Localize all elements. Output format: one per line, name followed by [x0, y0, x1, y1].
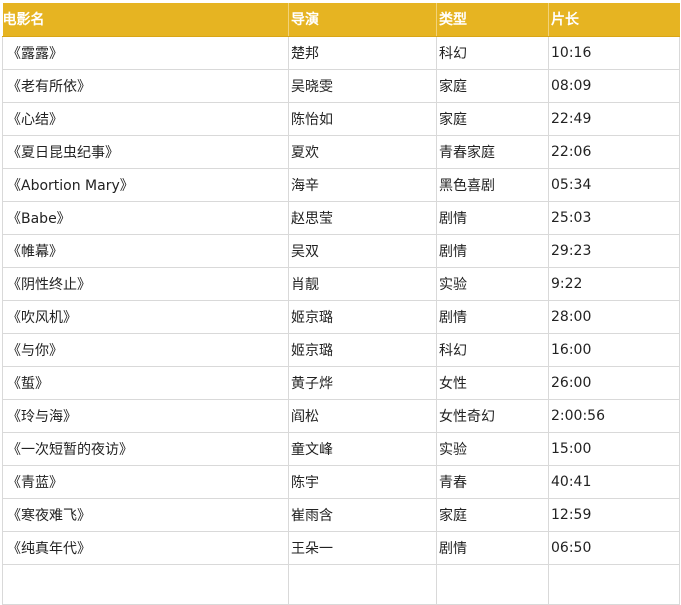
cell-duration: 08:09: [548, 69, 680, 103]
cell-genre: 剧情: [436, 531, 549, 565]
cell-director: 陈怡如: [288, 102, 437, 136]
cell-movie-name: 《纯真年代》: [2, 531, 289, 565]
cell-director: 崔雨含: [288, 498, 437, 532]
table-row: 《寒夜难飞》 崔雨含 家庭 12:59: [2, 498, 680, 532]
cell-movie-name: 《夏日昆虫纪事》: [2, 135, 289, 169]
cell-genre: 实验: [436, 432, 549, 466]
table-row: 《青蓝》 陈宇 青春 40:41: [2, 465, 680, 499]
cell-director: 吴双: [288, 234, 437, 268]
cell-genre: 家庭: [436, 69, 549, 103]
cell-duration: 15:00: [548, 432, 680, 466]
cell-genre: 实验: [436, 267, 549, 301]
cell-duration: 40:41: [548, 465, 680, 499]
header-genre: 类型: [436, 3, 549, 37]
table-row: 《露露》 楚邦 科幻 10:16: [2, 36, 680, 70]
cell-duration: 12:59: [548, 498, 680, 532]
cell-director: 吴晓雯: [288, 69, 437, 103]
cell-movie-name: 《蜇》: [2, 366, 289, 400]
cell-genre: 科幻: [436, 36, 549, 70]
cell-director: 夏欢: [288, 135, 437, 169]
header-duration: 片长: [548, 3, 680, 37]
cell-genre: 剧情: [436, 234, 549, 268]
table-header: 电影名 导演 类型 片长: [2, 3, 680, 37]
cell-movie-name: 《阴性终止》: [2, 267, 289, 301]
cell-movie-name: 《老有所依》: [2, 69, 289, 103]
table-row: 《纯真年代》 王朵一 剧情 06:50: [2, 531, 680, 565]
cell-movie-name: 《吹风机》: [2, 300, 289, 334]
cell-movie-name: 《帷幕》: [2, 234, 289, 268]
table-row: 《吹风机》 姬京璐 剧情 28:00: [2, 300, 680, 334]
cell-director: 黄子烨: [288, 366, 437, 400]
empty-cell: [288, 564, 437, 605]
cell-director: 王朵一: [288, 531, 437, 565]
header-director: 导演: [288, 3, 437, 37]
cell-movie-name: 《露露》: [2, 36, 289, 70]
cell-duration: 22:06: [548, 135, 680, 169]
cell-duration: 2:00:56: [548, 399, 680, 433]
cell-genre: 剧情: [436, 201, 549, 235]
table-body: 《露露》 楚邦 科幻 10:16 《老有所依》 吴晓雯 家庭 08:09 《心结》 陈怡如 家庭…: [2, 36, 680, 605]
cell-genre: 青春家庭: [436, 135, 549, 169]
cell-genre: 剧情: [436, 300, 549, 334]
cell-duration: 25:03: [548, 201, 680, 235]
empty-cell: [436, 564, 549, 605]
table-row: 《阴性终止》 肖靓 实验 9:22: [2, 267, 680, 301]
cell-director: 赵思莹: [288, 201, 437, 235]
cell-movie-name: 《寒夜难飞》: [2, 498, 289, 532]
cell-duration: 28:00: [548, 300, 680, 334]
cell-duration: 9:22: [548, 267, 680, 301]
cell-movie-name: 《Abortion Mary》: [2, 168, 289, 202]
empty-cell: [548, 564, 680, 605]
cell-genre: 黑色喜剧: [436, 168, 549, 202]
empty-table-row: [2, 564, 680, 605]
cell-director: 陈宇: [288, 465, 437, 499]
cell-director: 肖靓: [288, 267, 437, 301]
cell-director: 海辛: [288, 168, 437, 202]
cell-duration: 29:23: [548, 234, 680, 268]
table-row: 《老有所依》 吴晓雯 家庭 08:09: [2, 69, 680, 103]
cell-director: 阎松: [288, 399, 437, 433]
cell-director: 楚邦: [288, 36, 437, 70]
table-row: 《玲与海》 阎松 女性奇幻 2:00:56: [2, 399, 680, 433]
cell-duration: 22:49: [548, 102, 680, 136]
cell-director: 姬京璐: [288, 333, 437, 367]
table-row: 《Abortion Mary》 海辛 黑色喜剧 05:34: [2, 168, 680, 202]
cell-movie-name: 《一次短暂的夜访》: [2, 432, 289, 466]
header-movie-name: 电影名: [2, 3, 289, 37]
cell-duration: 16:00: [548, 333, 680, 367]
cell-genre: 青春: [436, 465, 549, 499]
cell-duration: 06:50: [548, 531, 680, 565]
cell-genre: 家庭: [436, 498, 549, 532]
table-row: 《帷幕》 吴双 剧情 29:23: [2, 234, 680, 268]
cell-director: 童文峰: [288, 432, 437, 466]
cell-movie-name: 《Babe》: [2, 201, 289, 235]
cell-genre: 女性: [436, 366, 549, 400]
table-row: 《Babe》 赵思莹 剧情 25:03: [2, 201, 680, 235]
table-row: 《夏日昆虫纪事》 夏欢 青春家庭 22:06: [2, 135, 680, 169]
table-row: 《心结》 陈怡如 家庭 22:49: [2, 102, 680, 136]
cell-genre: 家庭: [436, 102, 549, 136]
table-row: 《与你》 姬京璐 科幻 16:00: [2, 333, 680, 367]
cell-movie-name: 《与你》: [2, 333, 289, 367]
cell-director: 姬京璐: [288, 300, 437, 334]
cell-movie-name: 《玲与海》: [2, 399, 289, 433]
cell-movie-name: 《心结》: [2, 102, 289, 136]
table-row: 《一次短暂的夜访》 童文峰 实验 15:00: [2, 432, 680, 466]
movie-table: 电影名 导演 类型 片长 《露露》 楚邦 科幻 10:16 《老有所依》 吴晓雯 家庭 08…: [2, 3, 680, 605]
cell-genre: 女性奇幻: [436, 399, 549, 433]
cell-duration: 05:34: [548, 168, 680, 202]
empty-cell: [2, 564, 289, 605]
table-row: 《蜇》 黄子烨 女性 26:00: [2, 366, 680, 400]
header-row: 电影名 导演 类型 片长: [2, 3, 680, 37]
cell-duration: 10:16: [548, 36, 680, 70]
cell-duration: 26:00: [548, 366, 680, 400]
movie-table-container: 电影名 导演 类型 片长 《露露》 楚邦 科幻 10:16 《老有所依》 吴晓雯 家庭 08…: [2, 3, 680, 605]
cell-movie-name: 《青蓝》: [2, 465, 289, 499]
cell-genre: 科幻: [436, 333, 549, 367]
